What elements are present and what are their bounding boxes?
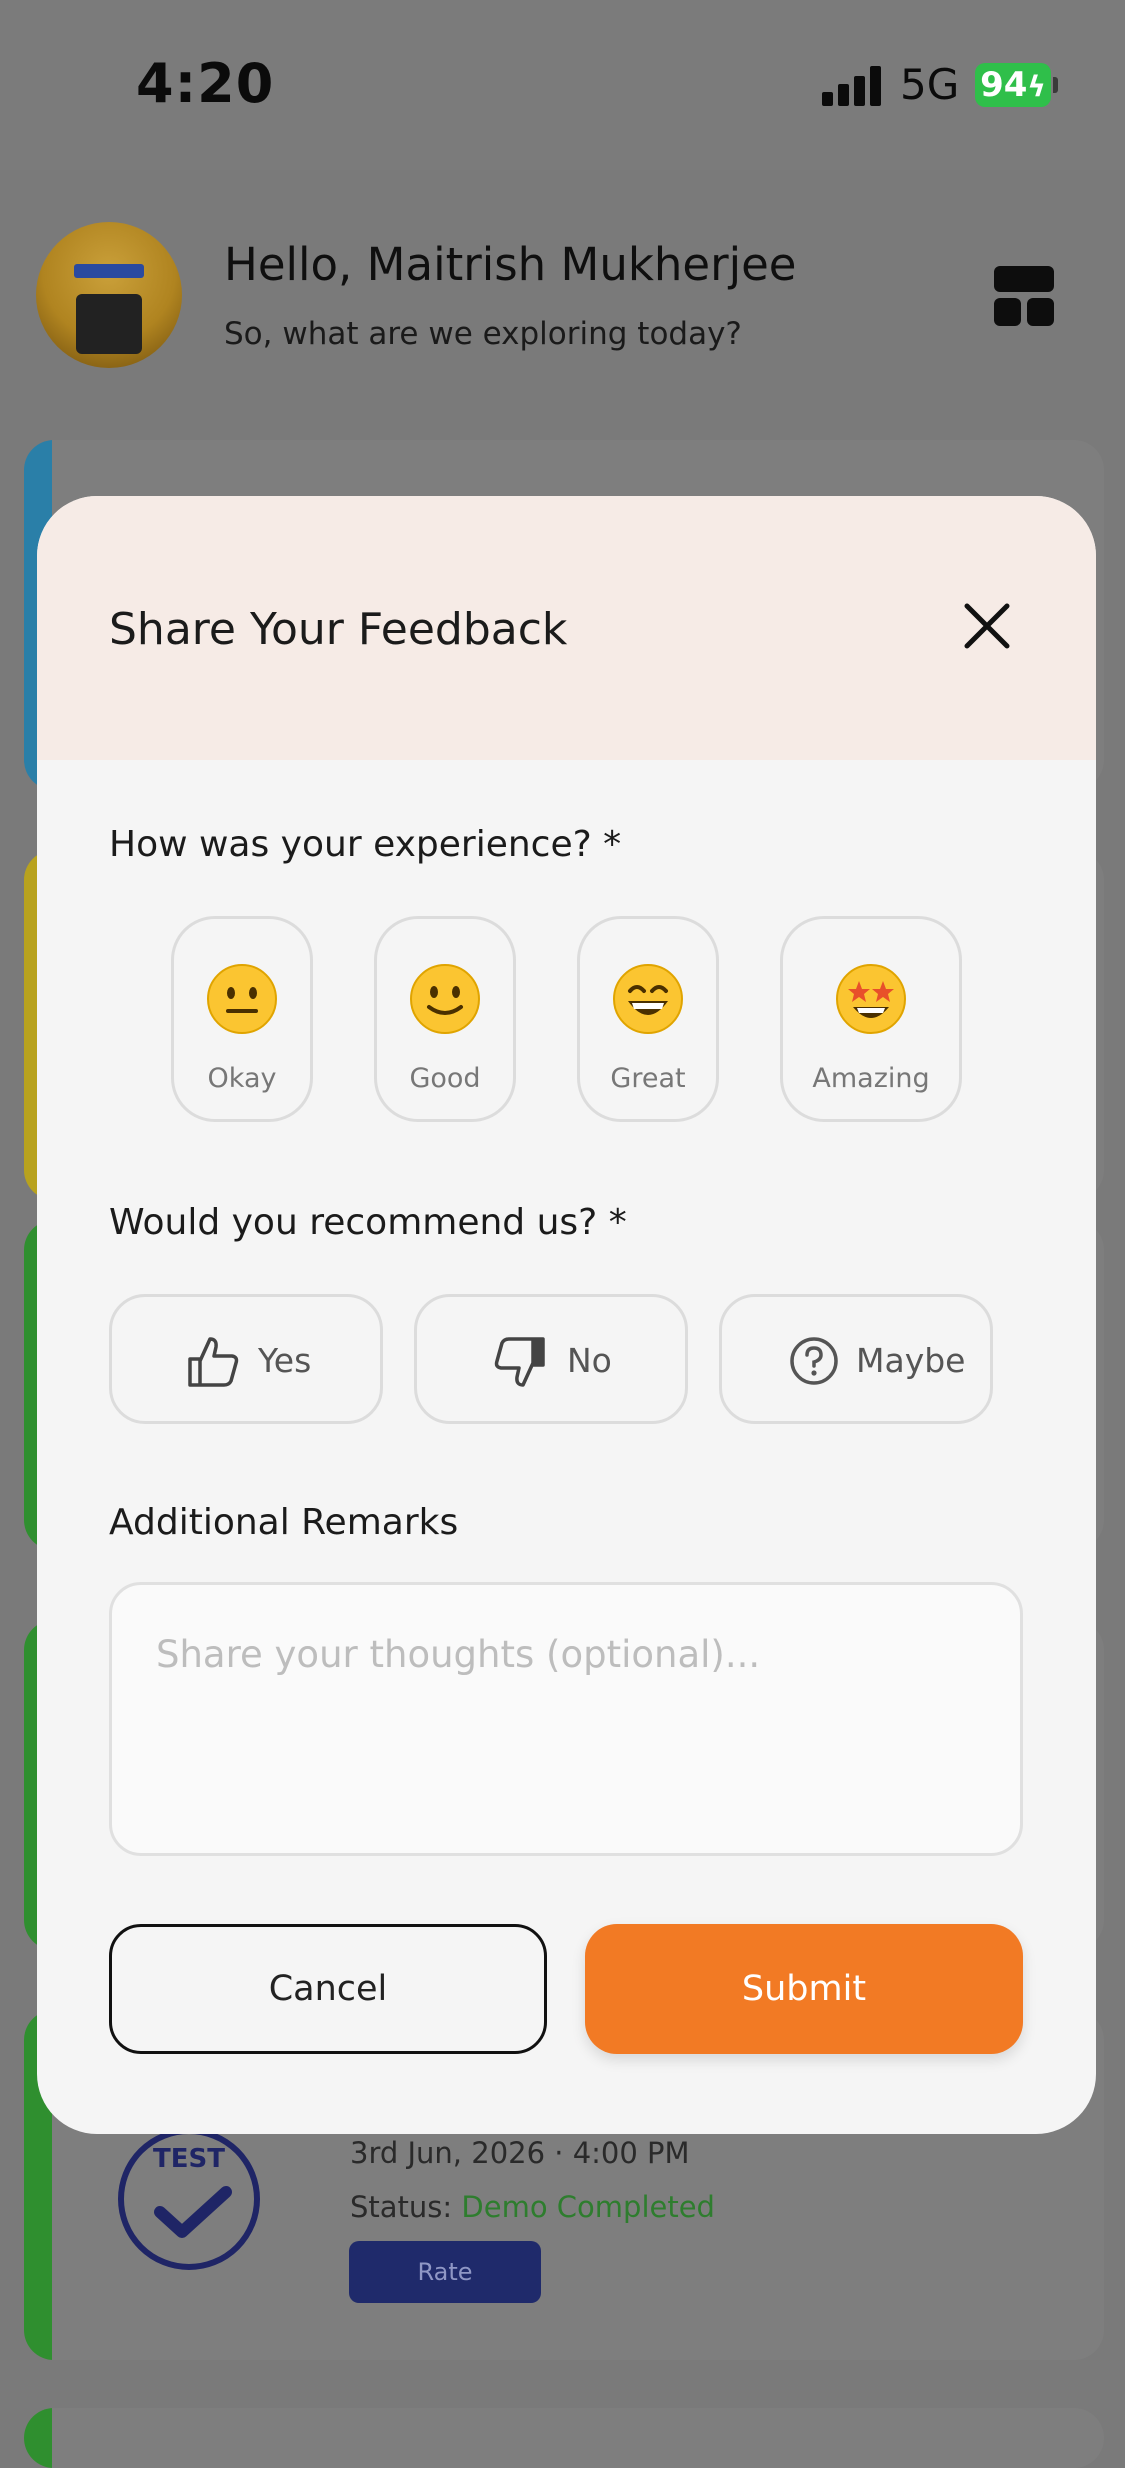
greeting-subtitle: So, what are we exploring today? (224, 316, 742, 352)
modal-title: Share Your Feedback (109, 604, 568, 655)
recommend-yes-button[interactable]: Yes (109, 1294, 383, 1424)
cellular-signal-icon (822, 66, 882, 106)
rating-great-button[interactable]: Great (577, 916, 719, 1122)
recommend-label: Yes (258, 1341, 312, 1380)
close-icon (964, 603, 1010, 649)
battery-cap (1053, 77, 1058, 93)
status-value: Demo Completed (461, 2190, 715, 2224)
submit-button[interactable]: Submit (585, 1924, 1023, 2054)
network-type: 5G (900, 60, 960, 109)
thumbs-down-icon (494, 1337, 545, 1387)
recommend-label: No (567, 1341, 612, 1380)
grinning-face-icon (613, 964, 683, 1034)
star-struck-face-icon (836, 964, 906, 1034)
session-status: Status: Demo Completed (350, 2190, 715, 2224)
question-circle-icon (790, 1337, 838, 1385)
cancel-button[interactable]: Cancel (109, 1924, 547, 2054)
session-date: 3rd Jun, 2026 · 4:00 PM (350, 2136, 690, 2170)
test-logo-text: TEST (153, 2144, 225, 2174)
test-logo: TEST (118, 2128, 260, 2270)
rating-label: Okay (207, 1063, 277, 1094)
battery-icon: 94ϟ (975, 63, 1051, 107)
feedback-modal: Share Your Feedback How was your experie… (37, 496, 1096, 2134)
remarks-input[interactable] (109, 1582, 1023, 1856)
neutral-face-icon (207, 964, 277, 1034)
greeting-title: Hello, Maitrish Mukherjee (224, 238, 797, 291)
rate-button[interactable]: Rate (349, 2241, 541, 2303)
rating-label: Great (610, 1063, 686, 1094)
checkmark-icon (154, 2186, 232, 2238)
recommend-label: Maybe (856, 1341, 966, 1380)
close-button[interactable] (957, 596, 1017, 656)
thumbs-up-icon (188, 1337, 239, 1387)
battery-level: 94 (980, 65, 1028, 105)
rating-good-button[interactable]: Good (374, 916, 516, 1122)
session-card (24, 2408, 1104, 2468)
status-label: Status: (350, 2190, 453, 2224)
avatar[interactable] (36, 222, 182, 368)
rating-label: Good (409, 1063, 481, 1094)
layout-grid-icon[interactable] (994, 266, 1054, 326)
recommend-no-button[interactable]: No (414, 1294, 688, 1424)
rating-amazing-button[interactable]: Amazing (780, 916, 962, 1122)
slightly-smiling-face-icon (410, 964, 480, 1034)
recommend-question: Would you recommend us? * (109, 1202, 627, 1243)
remarks-label: Additional Remarks (109, 1502, 459, 1543)
recommend-maybe-button[interactable]: Maybe (719, 1294, 993, 1424)
experience-question: How was your experience? * (109, 824, 622, 865)
status-time: 4:20 (136, 52, 275, 115)
rating-okay-button[interactable]: Okay (171, 916, 313, 1122)
rating-label: Amazing (812, 1063, 930, 1094)
